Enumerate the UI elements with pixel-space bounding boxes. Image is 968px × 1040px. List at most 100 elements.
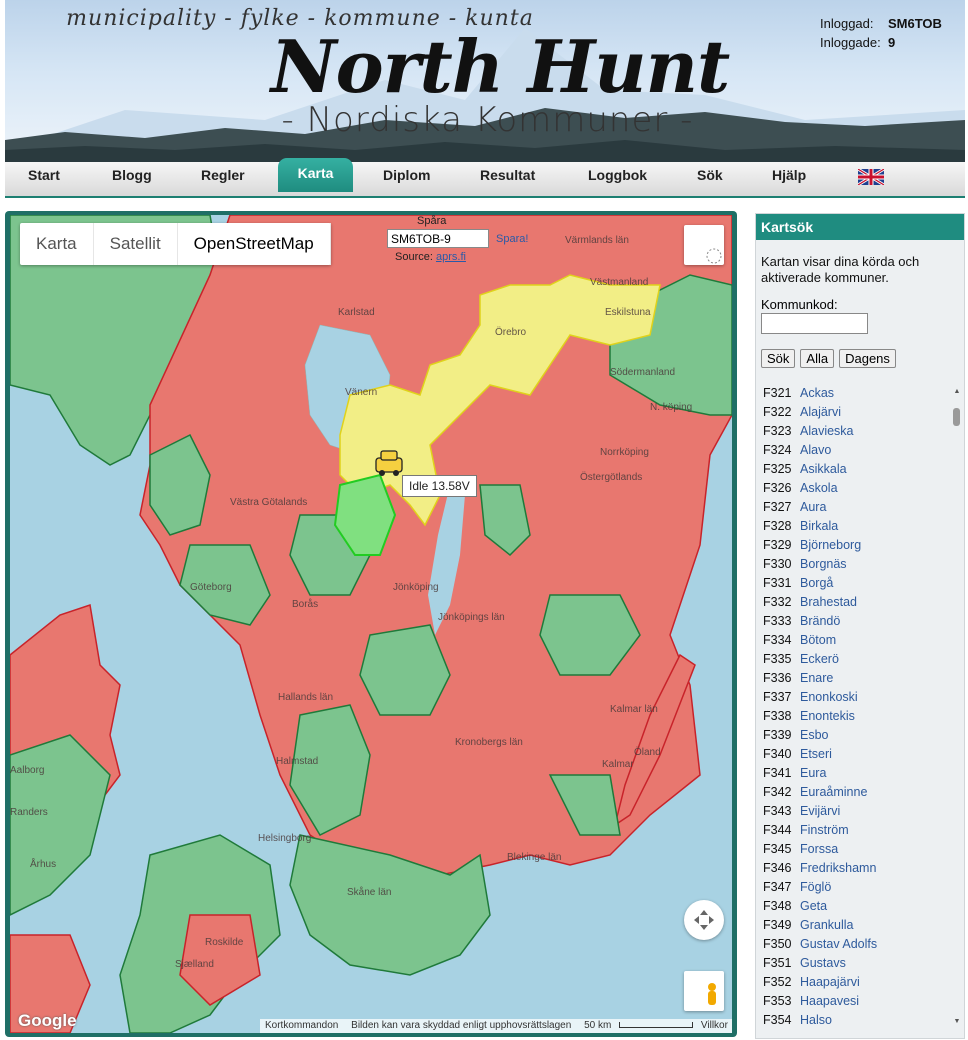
- list-item[interactable]: F349 Grankulla: [757, 916, 961, 935]
- municipality-link[interactable]: Enare: [800, 671, 833, 685]
- municipality-link[interactable]: Esbo: [800, 728, 829, 742]
- list-item[interactable]: F341 Eura: [757, 764, 961, 783]
- list-item[interactable]: F321 Ackas: [757, 384, 961, 403]
- list-item[interactable]: F347 Föglö: [757, 878, 961, 897]
- municipality-link[interactable]: Borgnäs: [800, 557, 847, 571]
- scroll-thumb[interactable]: [953, 408, 960, 426]
- municipality-link[interactable]: Brahestad: [800, 595, 857, 609]
- list-item[interactable]: F330 Borgnäs: [757, 555, 961, 574]
- municipality-link[interactable]: Asikkala: [800, 462, 847, 476]
- municipality-link[interactable]: Bötom: [800, 633, 836, 647]
- municipality-link[interactable]: Brändö: [800, 614, 840, 628]
- list-item[interactable]: F354 Halso: [757, 1011, 961, 1030]
- move-arrows-icon: [694, 910, 714, 930]
- municipality-link[interactable]: Gustavs: [800, 956, 846, 970]
- municipality-link[interactable]: Eckerö: [800, 652, 839, 666]
- municipality-link[interactable]: Eura: [800, 766, 826, 780]
- today-button[interactable]: Dagens: [839, 349, 896, 368]
- municipality-link[interactable]: Birkala: [800, 519, 838, 533]
- municipality-link[interactable]: Evijärvi: [800, 804, 840, 818]
- nav-start[interactable]: Start: [28, 167, 60, 183]
- list-item[interactable]: F324 Alavo: [757, 441, 961, 460]
- list-item[interactable]: F323 Alavieska: [757, 422, 961, 441]
- list-item[interactable]: F344 Finström: [757, 821, 961, 840]
- municipality-link[interactable]: Fredrikshamn: [800, 861, 876, 875]
- municipality-link[interactable]: Haapavesi: [800, 994, 859, 1008]
- municipality-link[interactable]: Halso: [800, 1013, 832, 1027]
- municipality-link[interactable]: Enonkoski: [800, 690, 858, 704]
- municipality-link[interactable]: Haapajärvi: [800, 975, 860, 989]
- list-item[interactable]: F348 Geta: [757, 897, 961, 916]
- code-input[interactable]: [761, 313, 868, 334]
- map-type-satellit[interactable]: Satellit: [94, 223, 178, 265]
- scroll-down-icon[interactable]: ▼: [952, 1017, 962, 1027]
- list-item[interactable]: F322 Alajärvi: [757, 403, 961, 422]
- municipality-link[interactable]: Geta: [800, 899, 827, 913]
- list-item[interactable]: F345 Forssa: [757, 840, 961, 859]
- list-item[interactable]: F352 Haapajärvi: [757, 973, 961, 992]
- source-link[interactable]: aprs.fi: [436, 251, 466, 263]
- municipality-link[interactable]: Euraåminne: [800, 785, 867, 799]
- track-callsign-input[interactable]: [387, 229, 489, 248]
- list-item[interactable]: F325 Asikkala: [757, 460, 961, 479]
- list-item[interactable]: F326 Askola: [757, 479, 961, 498]
- municipality-link[interactable]: Gustav Adolfs: [800, 937, 877, 951]
- nav-diplom[interactable]: Diplom: [383, 167, 430, 183]
- list-item[interactable]: F338 Enontekis: [757, 707, 961, 726]
- municipality-link[interactable]: Björneborg: [800, 538, 861, 552]
- all-button[interactable]: Alla: [800, 349, 835, 368]
- keyboard-shortcuts-link[interactable]: Kortkommandon: [260, 1019, 343, 1033]
- list-item[interactable]: F329 Björneborg: [757, 536, 961, 555]
- map-camera-control[interactable]: [684, 900, 724, 940]
- map-type-karta[interactable]: Karta: [20, 223, 94, 265]
- list-item[interactable]: F350 Gustav Adolfs: [757, 935, 961, 954]
- municipality-link[interactable]: Föglö: [800, 880, 831, 894]
- list-item[interactable]: F331 Borgå: [757, 574, 961, 593]
- list-item[interactable]: F353 Haapavesi: [757, 992, 961, 1011]
- list-item[interactable]: F351 Gustavs: [757, 954, 961, 973]
- nav-karta[interactable]: Karta: [278, 158, 353, 192]
- street-view-pegman[interactable]: [684, 971, 724, 1011]
- list-scrollbar[interactable]: ▲ ▼: [952, 387, 962, 1027]
- list-item[interactable]: F339 Esbo: [757, 726, 961, 745]
- list-item[interactable]: F337 Enonkoski: [757, 688, 961, 707]
- nav-sok[interactable]: Sök: [697, 167, 723, 183]
- track-save-link[interactable]: Spara!: [496, 233, 528, 245]
- search-button[interactable]: Sök: [761, 349, 796, 368]
- municipality-link[interactable]: Etseri: [800, 747, 832, 761]
- list-item[interactable]: F328 Birkala: [757, 517, 961, 536]
- municipality-link[interactable]: Ackas: [800, 386, 834, 400]
- municipality-link[interactable]: Enontekis: [800, 709, 855, 723]
- municipality-link[interactable]: Alajärvi: [800, 405, 841, 419]
- list-item[interactable]: F332 Brahestad: [757, 593, 961, 612]
- municipality-link[interactable]: Aura: [800, 500, 826, 514]
- nav-loggbok[interactable]: Loggbok: [588, 167, 647, 183]
- nav-resultat[interactable]: Resultat: [480, 167, 535, 183]
- municipality-code: F340: [763, 747, 792, 761]
- municipality-link[interactable]: Alavo: [800, 443, 831, 457]
- municipality-link[interactable]: Forssa: [800, 842, 838, 856]
- list-item[interactable]: F335 Eckerö: [757, 650, 961, 669]
- list-item[interactable]: F334 Bötom: [757, 631, 961, 650]
- nav-regler[interactable]: Regler: [201, 167, 245, 183]
- municipality-link[interactable]: Alavieska: [800, 424, 854, 438]
- nav-hjalp[interactable]: Hjälp: [772, 167, 806, 183]
- municipality-link[interactable]: Borgå: [800, 576, 833, 590]
- list-item[interactable]: F346 Fredrikshamn: [757, 859, 961, 878]
- terms-link[interactable]: Villkor: [696, 1019, 732, 1033]
- scroll-up-icon[interactable]: ▲: [952, 387, 962, 397]
- municipality-link[interactable]: Askola: [800, 481, 838, 495]
- list-item[interactable]: F343 Evijärvi: [757, 802, 961, 821]
- map-type-osm[interactable]: OpenStreetMap: [178, 223, 331, 265]
- fullscreen-button[interactable]: [684, 225, 724, 265]
- map-canvas[interactable]: Karlstad Örebro Eskilstuna Vänern N. köp…: [10, 215, 732, 1033]
- municipality-link[interactable]: Grankulla: [800, 918, 854, 932]
- list-item[interactable]: F340 Etseri: [757, 745, 961, 764]
- list-item[interactable]: F336 Enare: [757, 669, 961, 688]
- list-item[interactable]: F327 Aura: [757, 498, 961, 517]
- list-item[interactable]: F333 Brändö: [757, 612, 961, 631]
- uk-flag-icon[interactable]: [858, 169, 884, 185]
- nav-blogg[interactable]: Blogg: [112, 167, 152, 183]
- municipality-link[interactable]: Finström: [800, 823, 849, 837]
- list-item[interactable]: F342 Euraåminne: [757, 783, 961, 802]
